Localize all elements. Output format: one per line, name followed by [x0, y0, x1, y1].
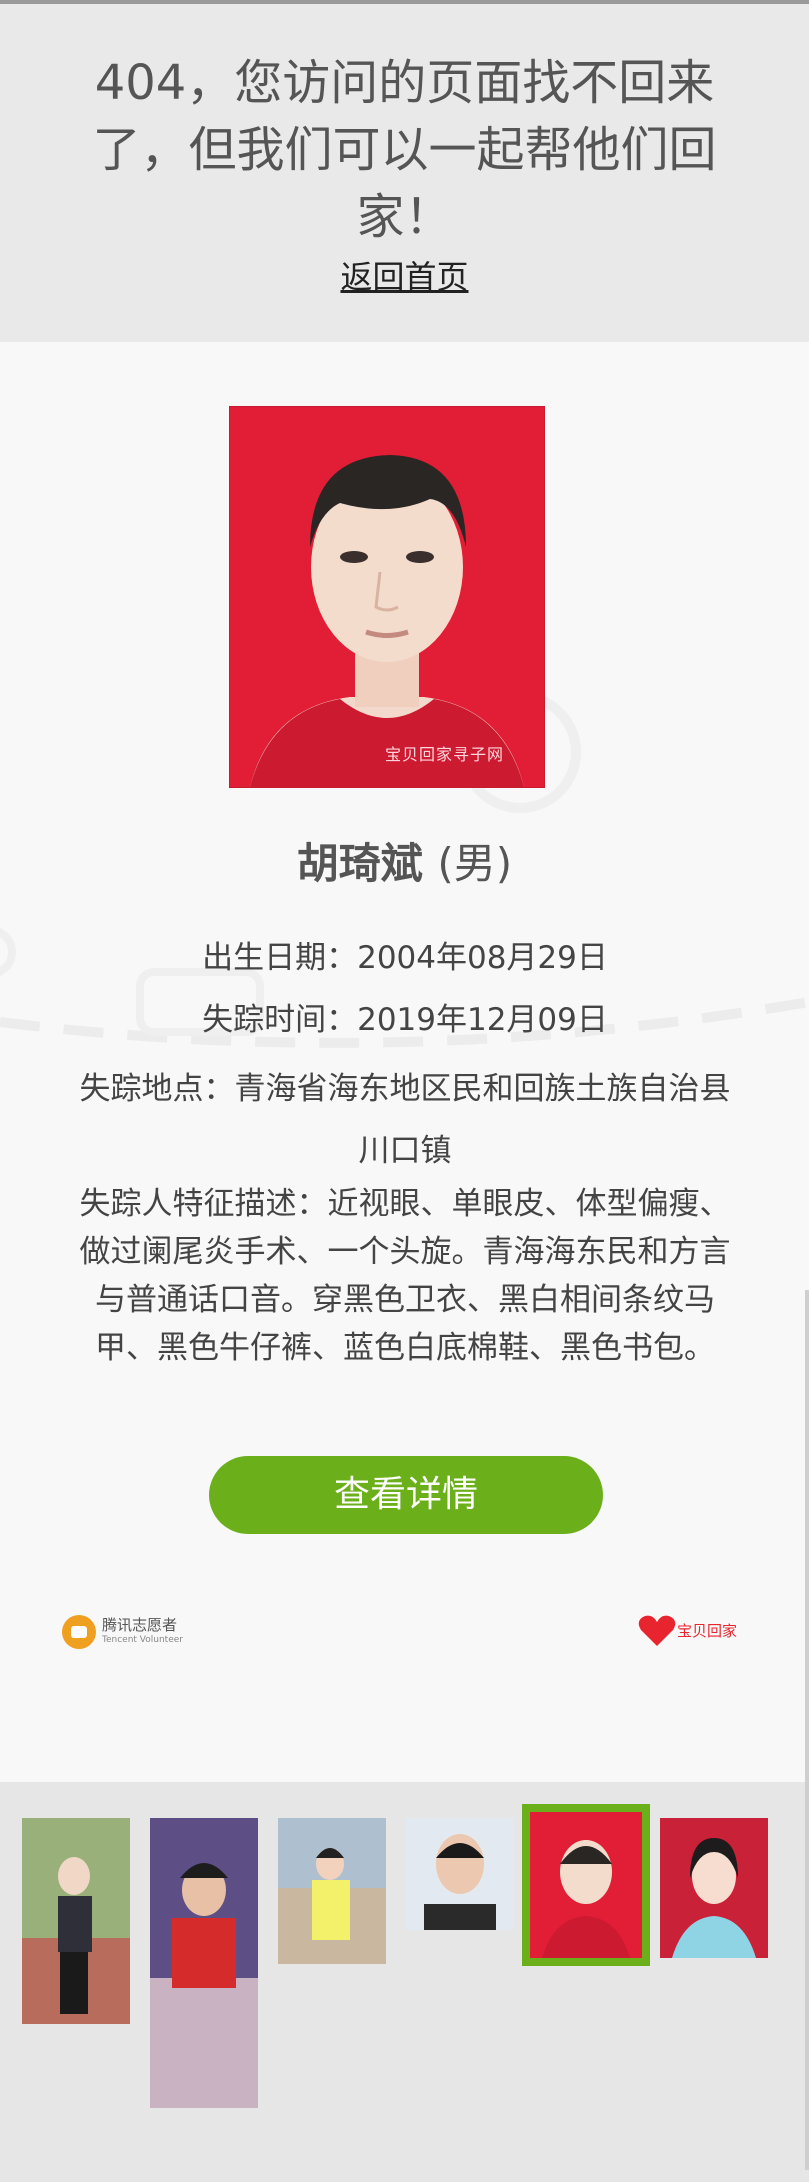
photo-watermark-text: 宝贝回家寻子网	[384, 745, 504, 764]
tencent-volunteer-logo[interactable]: 腾讯志愿者 Tencent Volunteer	[58, 1612, 183, 1652]
missing-person-card: 宝贝回家寻子网 胡琦斌 (男) 出生日期：2004年08月29日 失踪时间：20…	[0, 342, 809, 1782]
birth-date: 出生日期：2004年08月29日	[202, 940, 608, 976]
thumbnail-1[interactable]	[22, 1818, 130, 2024]
thumbnail-3[interactable]	[278, 1818, 386, 1964]
feature-description: 失踪人特征描述：近视眼、单眼皮、体型偏瘦、做过阑尾炎手术、一个头旋。青海海东民和…	[79, 1186, 731, 1366]
error-header: 404，您访问的页面找不回来了，但我们可以一起帮他们回家！ 返回首页	[0, 4, 809, 342]
missing-time: 失踪时间：2019年12月09日	[202, 1002, 608, 1038]
page-scrollbar[interactable]	[805, 1290, 809, 2170]
baobei-huijia-logo[interactable]: 宝贝回家	[637, 1612, 737, 1652]
missing-person-photo: 宝贝回家寻子网	[229, 406, 545, 788]
view-details-button[interactable]: 查看详情	[209, 1456, 603, 1534]
volunteer-logo-en: Tencent Volunteer	[102, 1635, 183, 1645]
person-name-text: 胡琦斌	[296, 839, 423, 888]
missing-place: 失踪地点：青海省海东地区民和回族土族自治县川口镇	[79, 1071, 731, 1169]
thumbnail-5-selected[interactable]	[522, 1804, 650, 1966]
volunteer-logo-cn: 腾讯志愿者	[102, 1616, 178, 1634]
volunteer-badge-icon	[62, 1615, 96, 1649]
person-gender: (男)	[437, 839, 513, 888]
thumbnail-4[interactable]	[406, 1818, 514, 1930]
home-link[interactable]: 返回首页	[0, 252, 809, 298]
heart-icon	[638, 1615, 676, 1646]
baobei-logo-cn: 宝贝回家	[677, 1622, 738, 1640]
error-message: 404，您访问的页面找不回来了，但我们可以一起帮他们回家！	[92, 55, 717, 245]
thumbnail-6[interactable]	[660, 1818, 768, 1958]
thumbnail-2[interactable]	[150, 1818, 258, 2108]
person-name: 胡琦斌 (男)	[0, 830, 809, 891]
related-children-strip	[0, 1782, 809, 2182]
